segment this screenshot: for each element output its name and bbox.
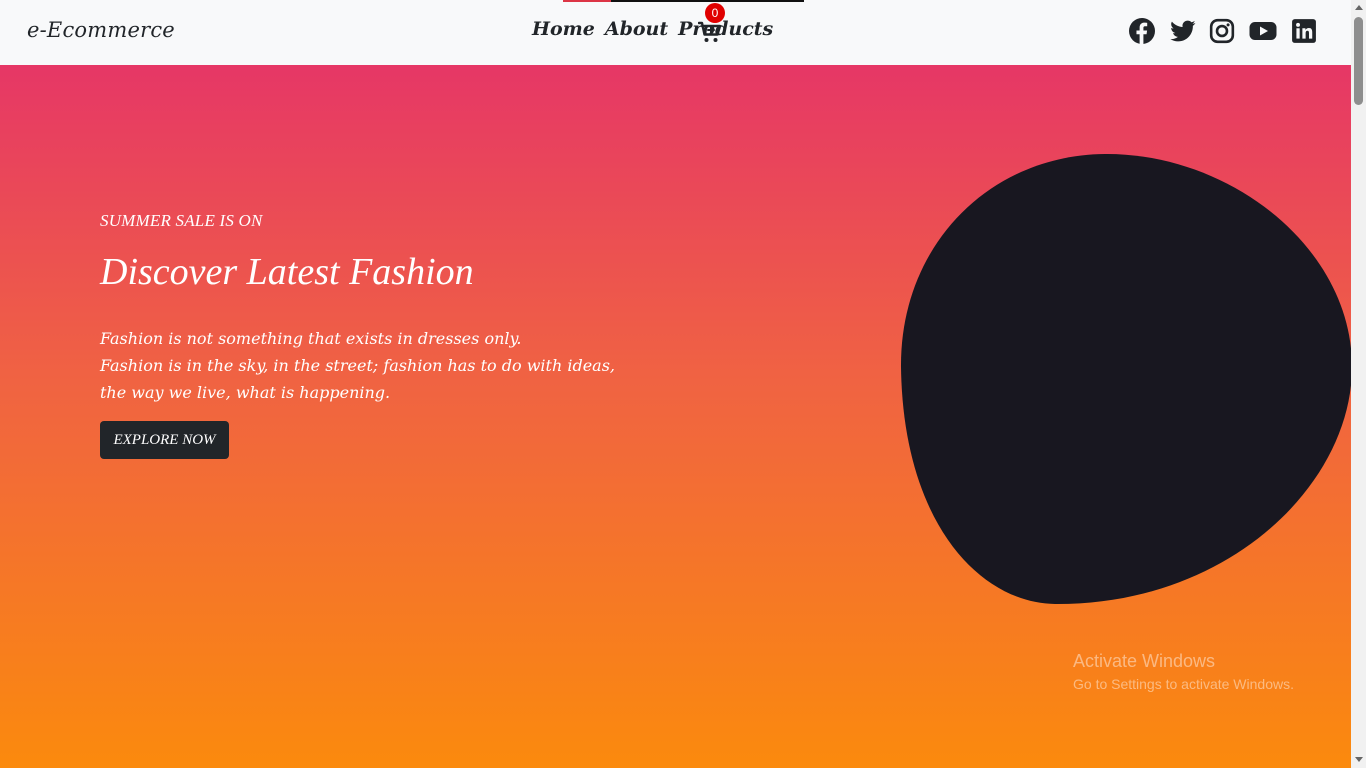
loading-progress-bar: [563, 0, 804, 2]
scrollbar-thumb[interactable]: [1354, 17, 1363, 105]
facebook-icon[interactable]: [1129, 18, 1155, 44]
instagram-icon[interactable]: [1209, 18, 1235, 44]
loading-progress-fill: [563, 0, 612, 2]
cart-icon[interactable]: [698, 20, 722, 44]
cart-count-badge: 0: [705, 3, 725, 23]
nav-home[interactable]: Home: [532, 18, 595, 40]
windows-activation-watermark: Activate Windows Go to Settings to activ…: [1073, 651, 1294, 692]
scroll-down-arrow-icon[interactable]: [1355, 757, 1363, 762]
hero-copy-line: Fashion is not something that exists in …: [100, 329, 522, 348]
sale-eyebrow: SUMMER SALE IS ON: [100, 211, 263, 230]
hero-headline: Discover Latest Fashion: [100, 251, 474, 293]
youtube-icon[interactable]: [1249, 18, 1277, 44]
nav-products[interactable]: Products: [678, 18, 773, 40]
nav-about[interactable]: About: [605, 18, 668, 40]
twitter-icon[interactable]: [1170, 18, 1196, 44]
main-nav: Home About Products: [532, 18, 773, 40]
linkedin-icon[interactable]: [1291, 18, 1317, 44]
hero-copy: Fashion is not something that exists in …: [100, 325, 615, 406]
scroll-up-arrow-icon[interactable]: [1355, 5, 1363, 10]
brand-logo[interactable]: e-Ecommerce: [27, 18, 175, 42]
decorative-blob: [900, 153, 1351, 605]
hero-copy-line: Fashion is in the sky, in the street; fa…: [100, 356, 616, 375]
watermark-title: Activate Windows: [1073, 651, 1216, 671]
hero-copy-line: the way we live, what is happening.: [100, 383, 391, 402]
explore-now-button[interactable]: EXPLORE NOW: [100, 421, 229, 459]
page-scrollbar[interactable]: [1351, 0, 1366, 768]
watermark-subtitle: Go to Settings to activate Windows.: [1073, 676, 1294, 692]
navbar: e-Ecommerce Home About Products 0: [0, 0, 1351, 65]
